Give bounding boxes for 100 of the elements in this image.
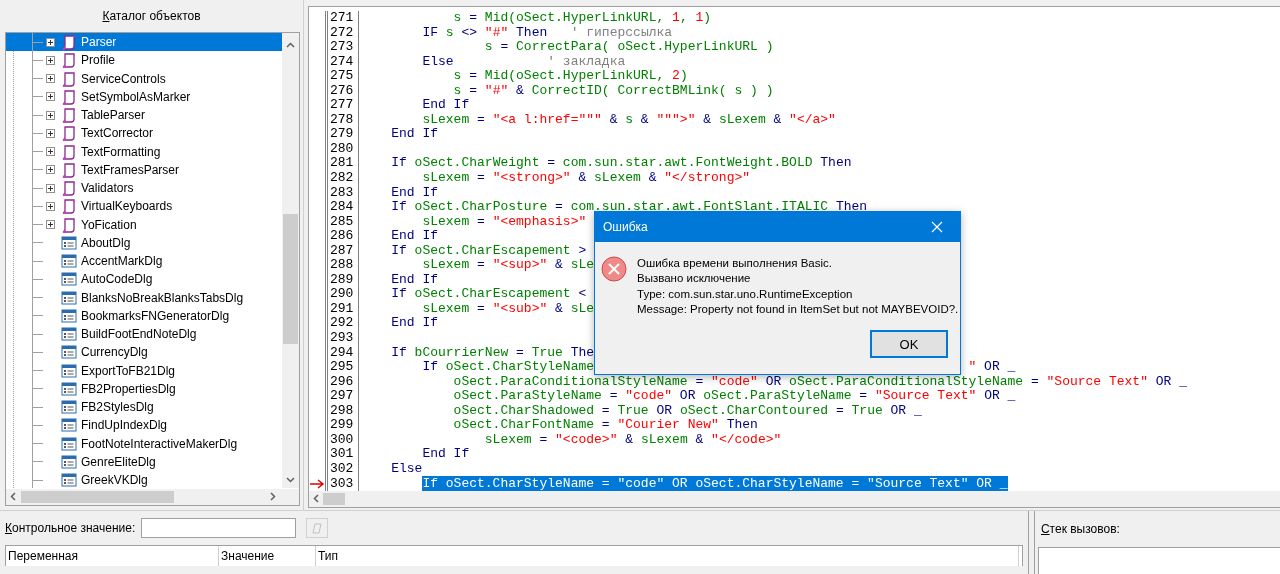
line-number: 278	[330, 111, 354, 127]
scrollbar[interactable]	[282, 33, 299, 488]
dialog-icon	[61, 453, 77, 470]
expand-icon[interactable]	[46, 183, 55, 193]
dialog-icon	[61, 472, 77, 488]
code-line: End If	[390, 315, 438, 331]
expand-icon[interactable]	[46, 128, 55, 138]
scrollbar[interactable]	[309, 491, 1280, 507]
column-header[interactable]: Тип	[316, 546, 1019, 566]
tree-item[interactable]: BookmarksFNGeneratorDlg	[6, 306, 282, 325]
code-line: IF s <> "#" Then ' гиперссылка	[421, 24, 673, 40]
scroll-right-icon[interactable]	[268, 492, 277, 501]
scroll-left-icon[interactable]	[312, 494, 321, 503]
line-number: 275	[330, 68, 354, 84]
tree-item[interactable]: Parser	[6, 33, 282, 52]
tree-item[interactable]: BlanksNoBreakBlanksTabsDlg	[6, 288, 282, 307]
eraser-icon	[310, 521, 325, 535]
watch-field[interactable]	[141, 518, 297, 538]
dialog-title: Ошибка	[603, 220, 648, 234]
line-number: 280	[330, 140, 354, 156]
expand-icon[interactable]	[46, 220, 55, 230]
tree-item[interactable]: YoFication	[6, 215, 282, 234]
expand-icon[interactable]	[46, 37, 55, 47]
code-line: End If	[422, 446, 470, 462]
line-number: 271	[330, 10, 354, 25]
line-number: 279	[330, 126, 354, 142]
code-line: End If	[390, 126, 438, 142]
error-icon	[601, 256, 627, 282]
expand-icon[interactable]	[46, 165, 55, 175]
code-line: oSect.CharShadowed = True OR oSect.CharContoured = True OR _	[452, 402, 922, 418]
code-line: Else ' закладка	[421, 53, 626, 69]
scrollbar-thumb[interactable]	[323, 493, 345, 505]
script-icon	[61, 125, 77, 142]
scroll-down-icon[interactable]	[286, 475, 295, 484]
line-number: 298	[330, 402, 354, 418]
line-number: 277	[330, 97, 354, 113]
line-number: 293	[330, 330, 354, 346]
tree-item[interactable]: FB2StylesDlg	[6, 398, 282, 417]
code-line: s = "#" & CorrectID( CorrectBMLink( s ) )	[452, 82, 774, 98]
scrollbar-thumb[interactable]	[283, 214, 298, 344]
error-message: Ошибка времени выполнения Basic.	[637, 256, 833, 271]
tree-item[interactable]: AboutDlg	[6, 233, 282, 252]
tree-item[interactable]: AccentMarkDlg	[6, 252, 282, 271]
scroll-left-icon[interactable]	[9, 492, 18, 501]
tree-item[interactable]: Validators	[6, 179, 282, 198]
script-icon	[61, 216, 77, 233]
dialog-icon	[61, 326, 77, 343]
script-icon	[61, 198, 77, 215]
tree-item[interactable]: TextFramesParser	[6, 160, 282, 179]
code-line: sLexem = "<emphasis>"	[421, 213, 587, 229]
script-icon	[61, 107, 77, 124]
code-fragment: " OR _	[968, 360, 1016, 375]
expand-icon[interactable]	[46, 55, 55, 65]
expand-icon[interactable]	[46, 110, 55, 120]
tree-item[interactable]: ServiceControls	[6, 69, 282, 88]
tree-item[interactable]: TableParser	[6, 106, 282, 125]
tree-item[interactable]: CurrencyDlg	[6, 343, 282, 362]
script-icon	[61, 70, 77, 87]
dialog-icon	[61, 307, 77, 324]
tree-item[interactable]: AutoCodeDlg	[6, 270, 282, 289]
code-line: sLexem = "<sup>" & sLe	[421, 257, 595, 273]
line-number: 294	[330, 344, 354, 360]
tree-item[interactable]: TextCorrector	[6, 124, 282, 143]
line-number: 296	[330, 373, 354, 389]
code-line: oSect.ParaStyleName = "code" OR oSect.ParaStyleName = "Source Text" OR _	[452, 388, 1016, 404]
expand-icon[interactable]	[46, 201, 55, 211]
code-line: s = CorrectPara( oSect.HyperLinkURL )	[483, 39, 774, 55]
dialog-icon	[61, 234, 77, 251]
tree-item[interactable]: GenreEliteDlg	[6, 452, 282, 471]
line-number: 287	[330, 242, 354, 258]
dialog-icon	[61, 253, 77, 270]
expand-icon[interactable]	[46, 74, 55, 84]
scroll-up-icon[interactable]	[286, 41, 295, 50]
expand-icon[interactable]	[46, 147, 55, 157]
code-line: sLexem = "<sub>" & sLe	[421, 300, 595, 316]
tree-item[interactable]: FB2PropertiesDlg	[6, 379, 282, 398]
code-line: If oSect.CharWeight = com.sun.star.awt.FontWeight.BOLD Then	[390, 155, 852, 171]
script-icon	[61, 161, 77, 178]
code-line: If oSect.CharEscapement >	[390, 242, 587, 258]
line-number: 301	[330, 446, 354, 462]
tree-item[interactable]: SetSymbolAsMarker	[6, 87, 282, 106]
tree-item[interactable]: TextFormatting	[6, 142, 282, 161]
tree-item[interactable]: FindUpIndexDlg	[6, 416, 282, 435]
column-header[interactable]: Переменная	[6, 546, 219, 566]
code-line: sLexem = "<code>" & sLexem & "</code>"	[483, 431, 782, 447]
error-message: Message: Property not found in ItemSet but not MAYBEVOID?.	[637, 301, 959, 317]
column-header[interactable]: Значение	[219, 546, 316, 566]
tree-item[interactable]: ExportToFB21Dlg	[6, 361, 282, 380]
tree-item[interactable]: FootNoteInteractiveMakerDlg	[6, 434, 282, 453]
scrollbar[interactable]	[6, 488, 299, 505]
code-line: sLexem = "<a l:href=""" & s & """>" & sLexem & "</a>"	[421, 111, 836, 127]
line-number: 282	[330, 170, 354, 185]
code-line: If oSect.CharEscapement <	[390, 286, 587, 302]
tree-item[interactable]: Profile	[6, 51, 282, 70]
tree-item[interactable]: BuildFootEndNoteDlg	[6, 325, 282, 344]
tree-item[interactable]: VirtualKeyboards	[6, 197, 282, 216]
expand-icon[interactable]	[46, 92, 55, 102]
code-line: oSect.ParaConditionalStyleName = "code" OR oSect.ParaConditionalStyleName = "Source Text" OR _	[452, 373, 1187, 389]
ok-button[interactable]: OK	[870, 330, 948, 358]
scrollbar-thumb[interactable]	[21, 491, 174, 503]
